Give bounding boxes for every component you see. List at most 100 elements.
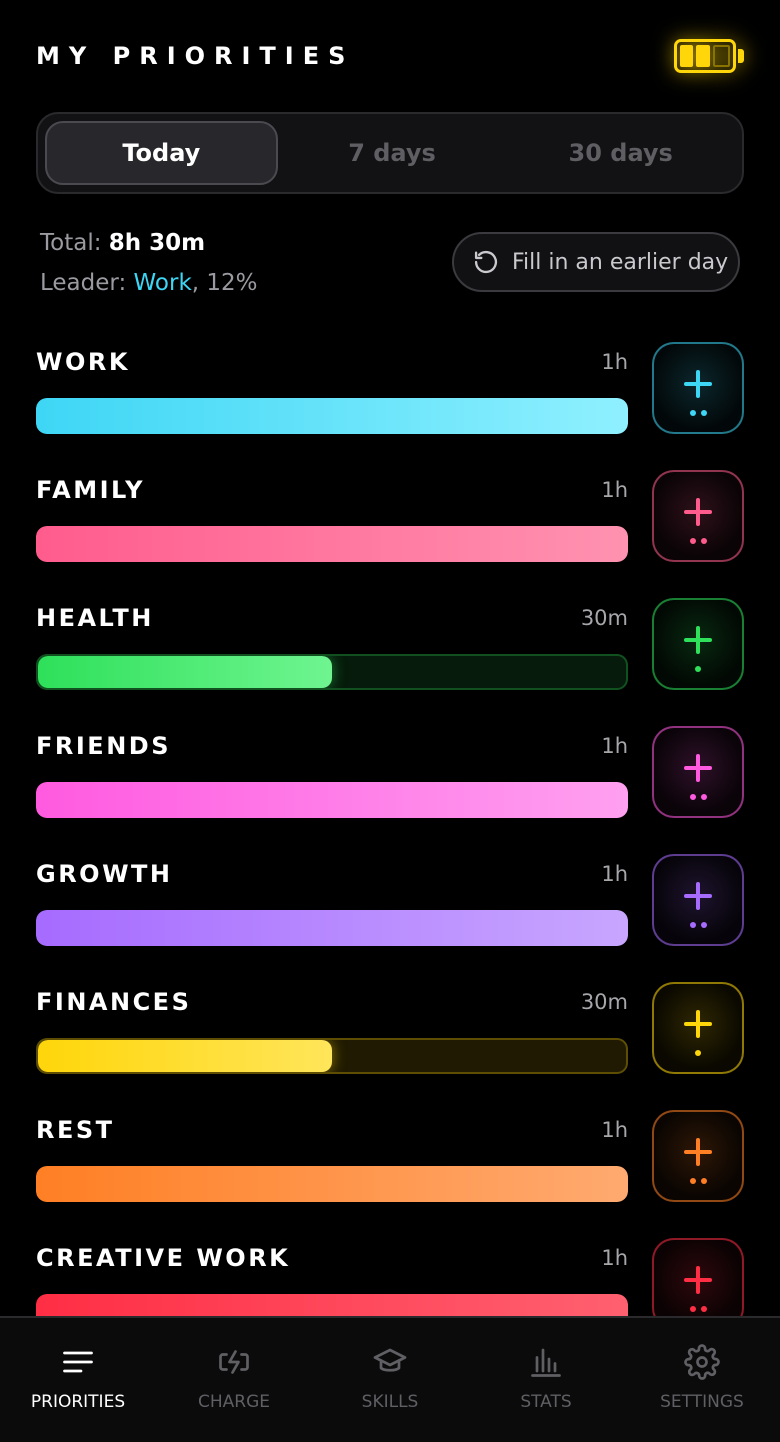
level-dot	[695, 666, 701, 672]
leader-row: Leader: Work, 12%	[40, 266, 258, 306]
add-time-button[interactable]	[652, 1110, 744, 1202]
battery-icon[interactable]	[674, 36, 744, 76]
graduation-cap-icon	[373, 1348, 407, 1372]
nav-label: PRIORITIES	[30, 1392, 126, 1412]
gear-icon	[684, 1344, 720, 1380]
priority-progress-track	[36, 526, 628, 562]
priority-name: FRIENDS	[36, 732, 171, 760]
level-dots	[654, 410, 742, 416]
nav-priorities[interactable]: PRIORITIES	[0, 1318, 156, 1442]
priority-time: 1h	[601, 734, 628, 758]
plus-icon	[684, 370, 712, 398]
priority-time: 30m	[580, 990, 628, 1014]
plus-icon	[684, 882, 712, 910]
level-dot	[689, 922, 696, 928]
priority-progress-track	[36, 1038, 628, 1074]
plus-icon	[684, 754, 712, 782]
priority-progress-track	[36, 398, 628, 434]
plus-icon	[684, 498, 712, 526]
nav-charge[interactable]: CHARGE	[156, 1318, 312, 1442]
bottom-nav: PRIORITIES CHARGE SKILLS STATS SETTINGS	[0, 1316, 780, 1442]
battery-cell	[712, 45, 730, 67]
nav-settings[interactable]: SETTINGS	[624, 1318, 780, 1442]
fill-earlier-day-button[interactable]: Fill in an earlier day	[452, 232, 740, 292]
priority-progress-track	[36, 654, 628, 690]
battery-cell	[680, 45, 694, 67]
header: MY PRIORITIES	[36, 36, 744, 80]
priority-progress-track	[36, 910, 628, 946]
tab-7-days[interactable]: 7 days	[278, 121, 507, 185]
total-label: Total:	[40, 230, 102, 256]
nav-label: SETTINGS	[660, 1392, 744, 1412]
priority-row-friends: FRIENDS 1h	[36, 726, 744, 818]
battery-cell	[696, 45, 710, 67]
level-dot	[689, 794, 696, 800]
level-dots	[654, 666, 742, 672]
total-value: 8h 30m	[108, 230, 206, 256]
priority-name: GROWTH	[36, 860, 173, 888]
level-dot	[695, 1050, 701, 1056]
priority-time: 1h	[601, 1118, 628, 1142]
level-dots	[654, 538, 742, 544]
plus-icon	[684, 1010, 712, 1038]
nav-label: SKILLS	[361, 1392, 419, 1412]
priority-name: CREATIVE WORK	[36, 1244, 291, 1272]
add-time-button[interactable]	[652, 726, 744, 818]
priority-row-work: WORK 1h	[36, 342, 744, 434]
priority-time: 1h	[601, 1246, 628, 1270]
menu-lines-icon	[63, 1351, 93, 1373]
priority-progress-track	[36, 1166, 628, 1202]
priority-progress-bar	[36, 1166, 628, 1202]
priority-name: FAMILY	[36, 476, 145, 504]
history-icon	[474, 250, 498, 274]
priority-name: HEALTH	[36, 604, 154, 632]
priority-progress-bar	[36, 910, 628, 946]
priority-progress-bar	[38, 656, 332, 688]
add-time-button[interactable]	[652, 342, 744, 434]
priority-progress-bar	[36, 526, 628, 562]
tab-today[interactable]: Today	[45, 121, 278, 185]
level-dot	[689, 1306, 696, 1312]
level-dot	[700, 410, 707, 416]
nav-stats[interactable]: STATS	[468, 1318, 624, 1442]
level-dot	[700, 794, 707, 800]
priority-name: WORK	[36, 348, 130, 376]
tab-30-days[interactable]: 30 days	[506, 121, 735, 185]
priority-row-finances: FINANCES 30m	[36, 982, 744, 1074]
priority-progress-bar	[36, 398, 628, 434]
page-title: MY PRIORITIES	[36, 42, 355, 70]
charge-bolt-icon	[219, 1350, 249, 1374]
nav-label: STATS	[520, 1392, 572, 1412]
level-dot	[700, 922, 707, 928]
level-dots	[654, 794, 742, 800]
add-time-button[interactable]	[652, 470, 744, 562]
level-dot	[700, 1178, 707, 1184]
add-time-button[interactable]	[652, 854, 744, 946]
plus-icon	[684, 1138, 712, 1166]
add-time-button[interactable]	[652, 598, 744, 690]
nav-skills[interactable]: SKILLS	[312, 1318, 468, 1442]
leader-label: Leader:	[40, 270, 127, 296]
level-dots	[654, 1050, 742, 1056]
level-dot	[689, 1178, 696, 1184]
priority-time: 1h	[601, 350, 628, 374]
plus-icon	[684, 1266, 712, 1294]
priority-row-health: HEALTH 30m	[36, 598, 744, 690]
level-dot	[700, 538, 707, 544]
priority-name: REST	[36, 1116, 115, 1144]
summary: Total: 8h 30m Leader: Work, 12%	[40, 226, 258, 306]
priority-row-rest: REST 1h	[36, 1110, 744, 1202]
priority-time: 30m	[580, 606, 628, 630]
add-time-button[interactable]	[652, 982, 744, 1074]
priority-name: FINANCES	[36, 988, 192, 1016]
level-dot	[689, 538, 696, 544]
priority-progress-bar	[36, 782, 628, 818]
nav-label: CHARGE	[197, 1392, 270, 1412]
range-selector: Today 7 days 30 days	[36, 112, 744, 194]
level-dots	[654, 922, 742, 928]
leader-percent: , 12%	[191, 270, 258, 296]
priority-row-family: FAMILY 1h	[36, 470, 744, 562]
priority-time: 1h	[601, 862, 628, 886]
level-dot	[700, 1306, 707, 1312]
priority-row-growth: GROWTH 1h	[36, 854, 744, 946]
